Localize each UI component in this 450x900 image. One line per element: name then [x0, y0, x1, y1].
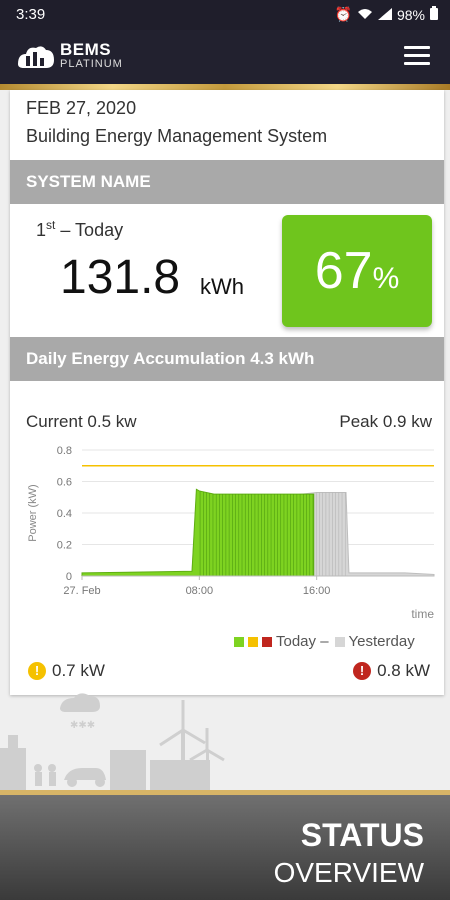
x-tick-label: 27. Feb [63, 585, 100, 597]
percent-badge[interactable]: 67% [282, 215, 432, 327]
report-date: FEB 27, 2020 [26, 98, 137, 118]
rank-label: 1st – Today [36, 218, 123, 241]
daily-accumulation-header: Daily Energy Accumulation 4.3 kWh [10, 337, 444, 381]
rank-suffix: st [46, 218, 56, 232]
svg-text:✱✱✱: ✱✱✱ [70, 720, 95, 731]
energy-unit: kWh [200, 274, 244, 299]
status-icons: ⏰ 98% [335, 6, 438, 23]
y-tick-label: 0.4 [57, 508, 72, 520]
battery-icon [430, 6, 438, 23]
signal-icon [377, 7, 392, 23]
system-subtitle: Building Energy Management System [26, 126, 328, 146]
x-tick-label: 08:00 [186, 585, 214, 597]
y-tick-label: 0 [66, 571, 72, 583]
y-tick-label: 0.2 [57, 540, 72, 552]
hamburger-menu-icon[interactable] [404, 46, 430, 66]
footer-title: STATUS [300, 817, 424, 853]
current-power: Current 0.5 kw [26, 412, 137, 431]
percent-value: 67 [314, 242, 373, 300]
alarm-icon: ⏰ [334, 6, 352, 22]
peak-power: Peak 0.9 kw [339, 412, 432, 431]
status-time: 3:39 [16, 6, 46, 23]
system-name-header: SYSTEM NAME [10, 160, 444, 204]
rank-number: 1 [36, 220, 47, 240]
y-tick-label: 0.8 [57, 445, 72, 457]
x-axis-label: time [411, 607, 434, 621]
percent-symbol: % [372, 262, 400, 295]
rank-text: – Today [60, 220, 124, 240]
wifi-icon [357, 7, 373, 23]
city-scene-illustration: ✱✱✱ [0, 693, 225, 790]
brand-subtitle: PLATINUM [60, 58, 123, 70]
status-bar: 3:39 ⏰ 98% [0, 0, 450, 30]
y-axis-label: Power (kW) [27, 484, 39, 541]
x-tick-label: 16:00 [303, 585, 331, 597]
power-chart: 0 0.2 0.4 0.6 0.8 27. Feb 08:00 16:00 Power (kW)… [27, 445, 435, 621]
brand-title: BEMS [60, 40, 112, 59]
battery-level: 98% [396, 6, 425, 23]
series-today-area [81, 488, 315, 577]
bems-logo-icon [16, 42, 56, 79]
energy-card: FEB 27, 2020 Building Energy Management … [10, 90, 444, 695]
y-tick-label: 0.6 [57, 477, 72, 489]
footer-subtitle: OVERVIEW [273, 857, 424, 888]
status-overview-footer[interactable]: STATUS OVERVIEW [0, 790, 450, 900]
energy-value: 131.8 [60, 251, 181, 304]
